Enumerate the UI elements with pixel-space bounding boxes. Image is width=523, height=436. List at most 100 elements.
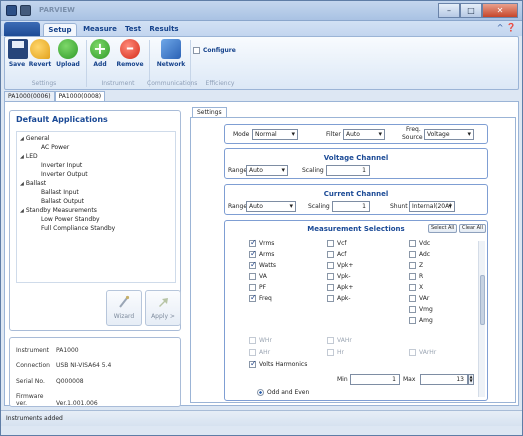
current-range-select[interactable]: Auto xyxy=(246,201,296,212)
upload-button[interactable]: Upload xyxy=(54,39,82,77)
tree-node-standby-measurements[interactable]: ◢ Standby Measurements xyxy=(20,207,97,214)
checkbox-acf[interactable]: Acf xyxy=(327,251,346,258)
tree-node-led[interactable]: ◢ LED xyxy=(20,153,38,160)
checkbox-label: Vpk- xyxy=(337,273,351,280)
checkbox-label: X xyxy=(419,284,424,291)
wizard-button[interactable]: Wizard xyxy=(106,290,142,326)
tree-item-ballast-output[interactable]: Ballast Output xyxy=(41,198,84,205)
status-text: Instruments added xyxy=(6,415,63,422)
checkbox-apk-minus[interactable]: Apk- xyxy=(327,295,351,302)
select-all-button[interactable]: Select All xyxy=(428,224,458,233)
tree-item-ac-power[interactable]: AC Power xyxy=(41,144,69,151)
tree-item-inverter-output[interactable]: Inverter Output xyxy=(41,171,88,178)
expand-arrow-icon[interactable]: ◢ xyxy=(20,136,24,142)
tab-test[interactable]: Test xyxy=(122,23,144,36)
checkbox-vpk-plus[interactable]: Vpk+ xyxy=(327,262,353,269)
checkbox-box xyxy=(327,295,334,302)
tree-label: Ballast xyxy=(25,180,47,187)
current-scaling-input[interactable]: 1 xyxy=(332,201,370,212)
info-row-firmware: Firmware ver. Ver.1.001.006 xyxy=(16,393,98,407)
checkbox-apk-plus[interactable]: Apk+ xyxy=(327,284,353,291)
tab-results[interactable]: Results xyxy=(148,23,180,36)
maximize-button[interactable]: □ xyxy=(460,3,482,18)
checkbox-vpk-minus[interactable]: Vpk- xyxy=(327,273,351,280)
checkbox-vcf[interactable]: Vcf xyxy=(327,240,347,247)
expand-arrow-icon[interactable]: ◢ xyxy=(20,154,24,160)
radio-odd-and-even[interactable]: Odd and Even xyxy=(257,389,309,396)
tab-measure[interactable]: Measure xyxy=(81,23,119,36)
checkbox-pf[interactable]: PF xyxy=(249,284,266,291)
mode-select[interactable]: Normal xyxy=(252,129,298,140)
checkbox-r[interactable]: R xyxy=(409,273,423,280)
checkbox-volts-harmonics[interactable]: Volts Harmonics xyxy=(249,359,308,368)
tree-item-low-power-standby[interactable]: Low Power Standby xyxy=(41,216,100,223)
file-menu-button[interactable] xyxy=(4,22,40,36)
save-button[interactable]: Save xyxy=(8,39,28,77)
minimize-button[interactable]: – xyxy=(438,3,460,18)
checkbox-label: VArHr xyxy=(419,349,437,356)
tree-item-inverter-input[interactable]: Inverter Input xyxy=(41,162,82,169)
clear-all-button[interactable]: Clear All xyxy=(459,224,486,233)
shunt-select[interactable]: Internal(20A) xyxy=(409,201,455,212)
measurement-scrollbar[interactable] xyxy=(478,241,485,397)
apply-button[interactable]: Apply > xyxy=(145,290,181,326)
tree-node-general[interactable]: ◢ General xyxy=(20,135,50,142)
checkbox-label: Volts Harmonics xyxy=(259,361,308,368)
source-label: Source xyxy=(402,134,423,141)
info-key: Firmware ver. xyxy=(16,393,44,407)
checkbox-box xyxy=(409,284,416,291)
max-input[interactable]: 13 xyxy=(420,374,468,385)
checkbox-ahr[interactable]: AHr xyxy=(249,349,270,356)
status-bar: Instruments added xyxy=(1,410,522,426)
tab-setup[interactable]: Setup xyxy=(43,23,77,36)
right-panel: Settings Mode Normal Filter Auto Freq. S… xyxy=(187,102,518,405)
upload-icon xyxy=(58,39,78,59)
voltage-scaling-input[interactable]: 1 xyxy=(326,165,370,176)
checkbox-label: Vcf xyxy=(337,240,347,247)
revert-button[interactable]: Revert xyxy=(27,39,53,77)
checkbox-watts[interactable]: Watts xyxy=(249,260,276,269)
max-spinner[interactable]: ▲ ▼ xyxy=(468,374,474,385)
checkbox-vmg[interactable]: Vmg xyxy=(409,306,433,313)
upload-label: Upload xyxy=(56,61,80,68)
close-button[interactable]: ✕ xyxy=(482,3,518,18)
expand-arrow-icon[interactable]: ◢ xyxy=(20,208,24,214)
checkbox-vahr[interactable]: VAHr xyxy=(327,337,352,344)
checkbox-var[interactable]: VAr xyxy=(409,295,429,302)
checkbox-hr[interactable]: Hr xyxy=(327,349,344,356)
checkbox-va[interactable]: VA xyxy=(249,273,267,280)
min-input[interactable]: 1 xyxy=(350,374,400,385)
checkbox-box xyxy=(327,349,334,356)
tree-node-ballast[interactable]: ◢ Ballast xyxy=(20,180,46,187)
scrollbar-thumb[interactable] xyxy=(480,275,485,325)
checkbox-z[interactable]: Z xyxy=(409,262,423,269)
remove-button[interactable]: – Remove xyxy=(115,39,145,77)
wizard-label: Wizard xyxy=(113,313,135,320)
checkbox-whr[interactable]: WHr xyxy=(249,337,272,344)
tree-item-ballast-input[interactable]: Ballast Input xyxy=(41,189,79,196)
checkbox-label: Apk- xyxy=(337,295,351,302)
checkbox-adc[interactable]: Adc xyxy=(409,251,430,258)
checkbox-x[interactable]: X xyxy=(409,284,423,291)
checkbox-box xyxy=(327,262,334,269)
app-window: PARVIEW – □ ✕ Setup Measure Test Results… xyxy=(0,0,523,436)
checkbox-freq[interactable]: Freq xyxy=(249,293,272,302)
expand-arrow-icon[interactable]: ◢ xyxy=(20,181,24,187)
checkbox-box xyxy=(409,262,416,269)
voltage-range-select[interactable]: Auto xyxy=(246,165,288,176)
checkbox-vrms[interactable]: Vrms xyxy=(249,238,274,247)
configure-checkbox[interactable]: Configure xyxy=(193,47,236,54)
freq-source-select[interactable]: Voltage xyxy=(424,129,474,140)
quick-save-icon[interactable] xyxy=(20,5,31,16)
add-button[interactable]: + Add xyxy=(90,39,110,77)
checkbox-label: R xyxy=(419,273,424,280)
checkbox-varhr[interactable]: VArHr xyxy=(409,349,436,356)
checkbox-arms[interactable]: Arms xyxy=(249,249,274,258)
ribbon-help-icon[interactable]: ^ ❓ xyxy=(497,23,516,32)
tree-item-full-compliance-standby[interactable]: Full Compliance Standby xyxy=(41,225,115,232)
group-label-efficiency: Efficiency xyxy=(205,80,235,87)
network-button[interactable]: Network xyxy=(155,39,187,77)
checkbox-amg[interactable]: Amg xyxy=(409,317,433,324)
filter-select[interactable]: Auto xyxy=(343,129,385,140)
checkbox-vdc[interactable]: Vdc xyxy=(409,240,430,247)
